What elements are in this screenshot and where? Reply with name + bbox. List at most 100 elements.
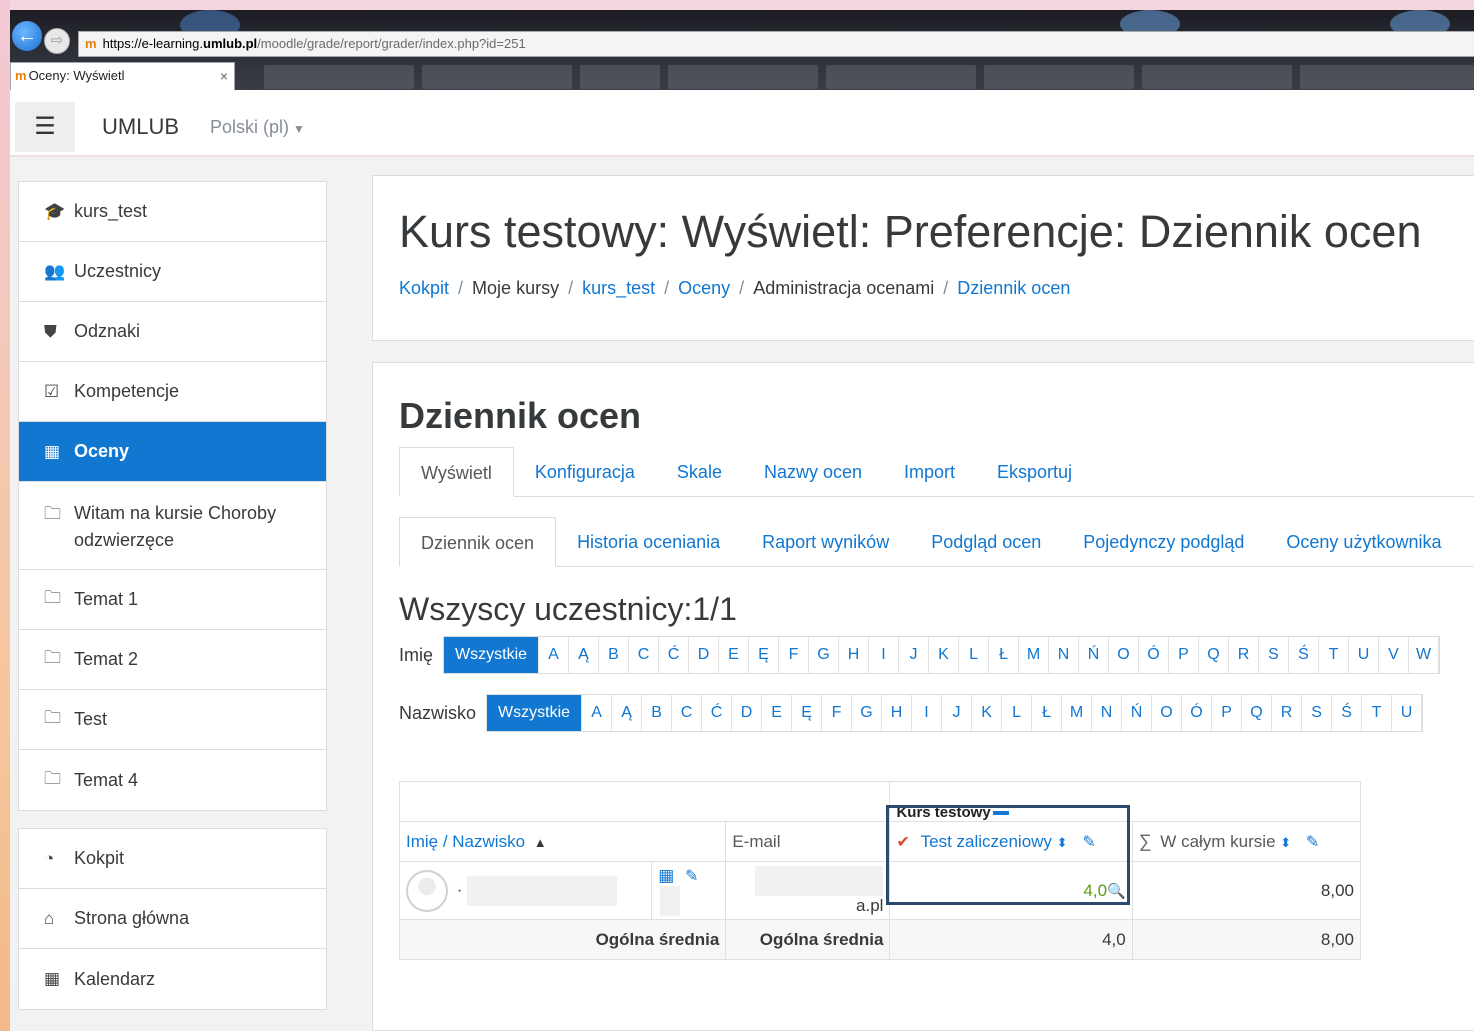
tab-item[interactable]: Dziennik ocen (399, 517, 557, 567)
letter-filter-link[interactable]: Ł (1032, 695, 1063, 731)
letter-filter-link[interactable]: V (1379, 637, 1410, 673)
tab-item[interactable]: Wyświetl (399, 447, 514, 497)
sidebar-item[interactable]: ⛊ Odznaki (19, 302, 326, 362)
letter-all-button[interactable]: Wszystkie (444, 637, 540, 673)
collapse-icon[interactable] (992, 811, 1009, 816)
letter-filter-link[interactable]: K (972, 695, 1003, 731)
browser-tab[interactable] (1300, 65, 1474, 89)
letter-filter-link[interactable]: L (959, 637, 990, 673)
letter-filter-link[interactable]: D (732, 695, 763, 731)
letter-filter-link[interactable]: U (1349, 637, 1380, 673)
letter-filter-link[interactable]: J (942, 695, 973, 731)
letter-filter-link[interactable]: D (689, 637, 720, 673)
sidebar-item[interactable]: 🎓 kurs_test (19, 182, 326, 242)
letter-filter-link[interactable]: G (852, 695, 883, 731)
edit-pencil-icon[interactable]: ✎ (1082, 834, 1095, 851)
search-icon[interactable]: 🔍 (1107, 883, 1126, 900)
letter-filter-link[interactable]: T (1319, 637, 1350, 673)
edit-pencil-icon[interactable]: ✎ (1306, 834, 1319, 851)
forward-button[interactable]: ⇨ (44, 28, 70, 54)
name-sort-link[interactable]: Imię / Nazwisko (406, 832, 525, 851)
letter-filter-link[interactable]: Ł (989, 637, 1020, 673)
letter-all-button[interactable]: Wszystkie (487, 695, 583, 731)
letter-filter-link[interactable]: P (1212, 695, 1243, 731)
letter-filter-link[interactable]: J (899, 637, 930, 673)
letter-filter-link[interactable]: F (779, 637, 810, 673)
letter-filter-link[interactable]: I (869, 637, 900, 673)
letter-filter-link[interactable]: H (839, 637, 870, 673)
email-header-cell[interactable]: E-mail (725, 821, 891, 862)
letter-filter-link[interactable]: Ó (1182, 695, 1213, 731)
letter-filter-link[interactable]: L (1002, 695, 1033, 731)
letter-filter-link[interactable]: Ć (659, 637, 690, 673)
letter-filter-link[interactable]: N (1049, 637, 1080, 673)
letter-filter-link[interactable]: R (1272, 695, 1303, 731)
letter-filter-link[interactable]: C (672, 695, 703, 731)
letter-filter-link[interactable]: E (719, 637, 750, 673)
letter-filter-link[interactable]: Ć (702, 695, 733, 731)
letter-filter-link[interactable]: A (582, 695, 613, 731)
course-total-label[interactable]: W całym kursie (1160, 832, 1275, 851)
breadcrumb-link[interactable]: kurs_test (582, 278, 655, 298)
letter-filter-link[interactable]: M (1019, 637, 1050, 673)
avatar[interactable] (406, 869, 448, 912)
browser-tab[interactable] (422, 65, 572, 89)
student-name-cell[interactable]: · (398, 861, 653, 920)
letter-filter-link[interactable]: Ę (749, 637, 780, 673)
sidebar-item[interactable]: 👥 Uczestnicy (19, 242, 326, 302)
email-header-label[interactable]: E-mail (732, 832, 780, 851)
letter-filter-link[interactable]: W (1409, 637, 1440, 673)
student-item-grade-cell[interactable]: 4,0🔍 (889, 861, 1133, 920)
name-header-cell[interactable]: Imię / Nazwisko ▲ (398, 821, 727, 862)
sidebar-item[interactable]: ☑ Kompetencje (19, 362, 326, 422)
sidebar-item[interactable]: 🗀 Temat 1 (19, 570, 326, 630)
tab-item[interactable]: Oceny użytkownika (1265, 517, 1462, 566)
browser-tab[interactable] (1142, 65, 1292, 89)
browser-tab[interactable] (580, 65, 660, 89)
tab-item[interactable]: Nazwy ocen (743, 447, 883, 496)
letter-filter-link[interactable]: A (539, 637, 570, 673)
letter-filter-link[interactable]: T (1362, 695, 1393, 731)
tab-item[interactable]: Eksportuj (976, 447, 1093, 496)
letter-filter-link[interactable]: G (809, 637, 840, 673)
breadcrumb-link[interactable]: Oceny (678, 278, 730, 298)
language-selector[interactable]: Polski (pl) ▼ (210, 117, 305, 138)
letter-filter-link[interactable]: Ń (1122, 695, 1153, 731)
letter-filter-link[interactable]: O (1109, 637, 1140, 673)
letter-filter-link[interactable]: E (762, 695, 793, 731)
letter-filter-link[interactable]: Ś (1332, 695, 1363, 731)
grid-report-icon[interactable]: ▦ (658, 866, 674, 885)
tab-item[interactable]: Konfiguracja (514, 447, 656, 496)
letter-filter-link[interactable]: Ó (1139, 637, 1170, 673)
letter-filter-link[interactable]: Q (1242, 695, 1273, 731)
letter-filter-link[interactable]: F (822, 695, 853, 731)
letter-filter-link[interactable]: H (882, 695, 913, 731)
tab-item[interactable]: Skale (656, 447, 743, 496)
menu-toggle-button[interactable]: ☰ (15, 102, 75, 152)
breadcrumb-link[interactable]: Dziennik ocen (957, 278, 1070, 298)
letter-filter-link[interactable]: Q (1199, 637, 1230, 673)
sidebar-item[interactable]: ⌂ Strona główna (19, 889, 326, 949)
letter-filter-link[interactable]: B (642, 695, 673, 731)
letter-filter-link[interactable]: S (1302, 695, 1333, 731)
sort-icon[interactable]: ⬍ (1280, 835, 1291, 850)
site-brand[interactable]: UMLUB (102, 114, 179, 140)
address-bar[interactable]: m https://e-learning.umlub.pl/moodle/grad… (78, 31, 1474, 57)
letter-filter-link[interactable]: Ś (1289, 637, 1320, 673)
sort-asc-icon[interactable]: ▲ (534, 835, 547, 850)
tab-item[interactable]: Raport wyników (741, 517, 910, 566)
letter-filter-link[interactable]: B (599, 637, 630, 673)
sidebar-item[interactable]: 🗀 Temat 4 (19, 750, 326, 810)
browser-tab-active[interactable]: m Oceny: Wyświetl × (10, 62, 235, 90)
letter-filter-link[interactable]: C (629, 637, 660, 673)
breadcrumb-link[interactable]: Kokpit (399, 278, 449, 298)
browser-tab[interactable] (984, 65, 1134, 89)
grade-item-link[interactable]: Test zaliczeniowy (921, 832, 1052, 851)
sidebar-item[interactable]: ◔ Kokpit (19, 829, 326, 889)
browser-tab[interactable] (264, 65, 414, 89)
letter-filter-link[interactable]: I (912, 695, 943, 731)
letter-filter-link[interactable]: M (1062, 695, 1093, 731)
letter-filter-link[interactable]: R (1229, 637, 1260, 673)
browser-tab[interactable] (826, 65, 976, 89)
letter-filter-link[interactable]: U (1392, 695, 1423, 731)
